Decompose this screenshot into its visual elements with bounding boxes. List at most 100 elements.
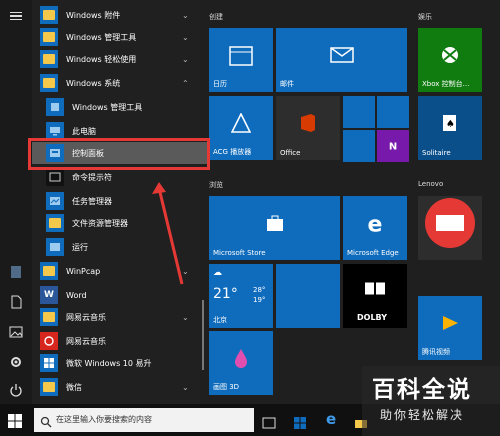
weather-low: 19° [253, 296, 266, 304]
documents-icon[interactable] [8, 294, 24, 310]
taskbar-search-box[interactable]: 在这里输入你要搜索的内容 [34, 408, 254, 432]
command-prompt-icon [46, 168, 64, 186]
app-list-scrollbar[interactable] [202, 300, 204, 370]
chevron-down-icon: ⌄ [182, 32, 189, 42]
search-icon [40, 413, 52, 432]
svg-text:♠: ♠ [446, 119, 455, 130]
chevron-down-icon: ⌄ [182, 382, 189, 392]
office-tile[interactable]: Office [276, 96, 340, 160]
netease-music-icon [40, 332, 58, 350]
mail-tile[interactable]: 邮件 [276, 28, 407, 92]
weather-tile[interactable]: 21° ☁ 28° 19° 北京 [209, 264, 273, 328]
folder-icon [40, 308, 58, 326]
app-item-netease-music[interactable]: 网易云音乐 [32, 330, 200, 352]
tile-label: Microsoft Store [213, 249, 266, 257]
mail-icon [329, 47, 354, 67]
small-tile-3[interactable] [343, 130, 375, 162]
folder-icon [40, 50, 58, 68]
solitaire-tile[interactable]: ♠ Solitaire [418, 96, 482, 160]
microsoft-edge-tile[interactable]: e Microsoft Edge [343, 196, 407, 260]
app-item-windows-10-upgrade[interactable]: 微软 Windows 10 易升 [32, 352, 200, 374]
app-item-label: 网易云音乐 [66, 312, 106, 322]
app-item-label: 微信 [66, 382, 82, 392]
app-item-windows-admin-tools[interactable]: Windows 管理工具 ⌄ [32, 26, 200, 48]
onenote-tile[interactable]: N [377, 130, 409, 162]
highlight-annotation-box [28, 138, 210, 170]
microsoft-store-tile[interactable]: Microsoft Store [209, 196, 340, 260]
app-item-label: WinPcap [66, 266, 101, 276]
section-header-lenovo: Lenovo [418, 180, 444, 188]
app-item-label: 命令提示符 [72, 172, 112, 182]
chevron-down-icon: ⌄ [182, 54, 189, 64]
onenote-icon: N [388, 141, 398, 153]
tile-label: Xbox 控制台... [422, 80, 470, 88]
calendar-tile[interactable]: 日历 [209, 28, 273, 92]
small-tile-1[interactable] [343, 96, 375, 128]
user-avatar-icon[interactable] [8, 264, 24, 280]
lenovo-keyboard-tile[interactable] [418, 196, 482, 260]
app-item-label: Word [66, 290, 87, 300]
app-item-label: 文件资源管理器 [72, 218, 128, 228]
small-tile-2[interactable] [377, 96, 409, 128]
app-item-wechat[interactable]: 微信 ⌄ [32, 376, 200, 398]
admin-tools-icon [46, 98, 64, 116]
cards-icon: ♠ [441, 113, 459, 137]
app-item-label: Windows 附件 [66, 10, 121, 20]
weather-city: 北京 [213, 316, 227, 324]
task-manager-icon [46, 192, 64, 210]
tencent-video-icon [440, 314, 460, 336]
app-item-windows-ease-of-access[interactable]: Windows 轻松使用 ⌄ [32, 48, 200, 70]
weather-high: 28° [253, 286, 266, 294]
keyboard-icon [424, 197, 476, 253]
app-item-label: Windows 轻松使用 [66, 54, 137, 64]
app-item-label: 微软 Windows 10 易升 [66, 358, 152, 368]
app-item-label: 运行 [72, 242, 88, 252]
app-item-label: Windows 系统 [66, 78, 121, 88]
tile-label: 画图 3D [213, 383, 240, 391]
tile-label: Office [280, 149, 301, 157]
tile-label: 邮件 [280, 80, 294, 88]
start-button[interactable] [8, 413, 22, 432]
app-item-windows-accessories[interactable]: Windows 附件 ⌄ [32, 4, 200, 26]
task-view-icon[interactable] [262, 414, 276, 433]
folder-icon [40, 262, 58, 280]
chevron-down-icon: ⌄ [182, 312, 189, 322]
app-item-netease-folder[interactable]: 网易云音乐 ⌄ [32, 306, 200, 328]
pictures-icon[interactable] [8, 324, 24, 340]
section-header-create: 创建 [209, 13, 223, 21]
edge-icon: e [367, 212, 383, 238]
watermark: 百科全说 助你轻松解决 [362, 366, 500, 436]
xbox-tile[interactable]: Xbox 控制台... [418, 28, 482, 92]
tile-label: Solitaire [422, 149, 451, 157]
app-item-label: 此电脑 [72, 126, 96, 136]
watermark-subtitle: 助你轻松解决 [380, 408, 465, 422]
file-explorer-icon [46, 214, 64, 232]
taskbar-app-windows-icon[interactable] [294, 414, 306, 433]
dolby-icon [364, 280, 386, 299]
folder-open-icon [40, 74, 58, 92]
annotation-arrow [152, 182, 184, 285]
office-icon [299, 113, 317, 137]
section-header-browse: 浏览 [209, 181, 223, 189]
app-item-label: Windows 管理工具 [66, 32, 137, 42]
windows-logo-icon [8, 414, 22, 428]
tencent-video-tile[interactable]: 腾讯视频 [418, 296, 482, 360]
dolby-label: DOLBY [357, 313, 387, 322]
acg-player-icon [230, 112, 252, 137]
power-icon[interactable] [8, 382, 24, 398]
folder-icon [40, 378, 58, 396]
section-header-entertainment: 娱乐 [418, 13, 432, 21]
dolby-tile[interactable]: DOLBY [343, 264, 407, 328]
taskbar-edge-icon[interactable]: e [326, 410, 336, 428]
paint-3d-tile[interactable]: 画图 3D [209, 331, 273, 395]
acg-player-tile[interactable]: ACG 播放器 [209, 96, 273, 160]
app-item-windows-system[interactable]: Windows 系统 ⌃ [32, 72, 200, 94]
search-placeholder: 在这里输入你要搜索的内容 [56, 415, 152, 424]
chevron-down-icon: ⌄ [182, 10, 189, 20]
tile-label: ACG 播放器 [213, 148, 252, 156]
settings-gear-icon[interactable] [8, 354, 24, 370]
app-item-windows-admin-tools-sub[interactable]: Windows 管理工具 [32, 96, 200, 118]
windows-logo-icon [40, 354, 58, 372]
hamburger-menu-icon[interactable] [8, 8, 24, 24]
empty-tile[interactable] [276, 264, 340, 328]
